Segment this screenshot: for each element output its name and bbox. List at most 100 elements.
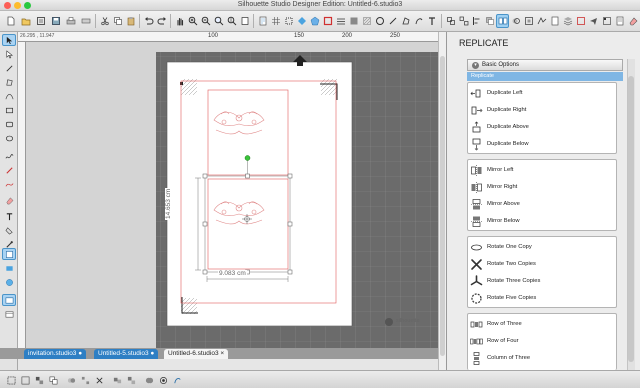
duplicate-left-option[interactable]: Duplicate Left (470, 85, 614, 101)
duplicate-icon[interactable] (46, 374, 60, 386)
line-draw-icon[interactable] (2, 62, 16, 74)
shape-pentagon-icon[interactable] (308, 14, 321, 28)
user-preferences-icon[interactable] (613, 14, 626, 28)
zoom-in-icon[interactable] (186, 14, 199, 28)
replicate-icon[interactable] (496, 14, 509, 28)
mirror-above-option[interactable]: Mirror Above (470, 196, 614, 212)
layers-icon[interactable] (561, 14, 574, 28)
rotate-two-option[interactable]: Rotate Two Copies (470, 256, 614, 272)
rotate-three-option[interactable]: Rotate Three Copies (470, 273, 614, 289)
line-color-icon[interactable] (321, 14, 334, 28)
text-tool-icon[interactable] (2, 210, 16, 222)
copy-icon[interactable] (111, 14, 124, 28)
column-of-three-option[interactable]: Column of Three (470, 350, 614, 366)
panel-dock-icon[interactable] (2, 308, 16, 320)
rotate-one-option[interactable]: Rotate One Copy (470, 239, 614, 255)
fill-gradient-icon[interactable] (347, 14, 360, 28)
ellipse-tool-icon[interactable] (373, 14, 386, 28)
open-folder-icon[interactable] (19, 14, 32, 28)
close-tab-icon[interactable]: × (220, 350, 224, 357)
weld-icon[interactable] (142, 374, 156, 386)
duplicate-right-option[interactable]: Duplicate Right (470, 102, 614, 118)
eraser-tool-icon[interactable] (2, 194, 16, 206)
paste-icon[interactable] (124, 14, 137, 28)
duplicate-above-option[interactable]: Duplicate Above (470, 119, 614, 135)
fill-color-icon[interactable] (295, 14, 308, 28)
rotate-five-option[interactable]: Rotate Five Copies (470, 290, 614, 306)
library-icon[interactable] (34, 14, 47, 28)
undo-icon[interactable] (142, 14, 155, 28)
section-header[interactable]: ▾ Basic Options (467, 59, 623, 71)
freehand-icon[interactable] (2, 150, 16, 162)
design-view-icon[interactable] (2, 248, 16, 260)
align-icon[interactable] (470, 14, 483, 28)
design-canvas[interactable]: DESIGN VIEW (26, 42, 438, 348)
print-icon[interactable] (64, 14, 77, 28)
save-icon[interactable] (49, 14, 62, 28)
rounded-rectangle-icon[interactable] (2, 118, 16, 130)
group-objects-icon[interactable] (64, 374, 78, 386)
trace-panel-icon[interactable] (535, 14, 548, 28)
delete-icon[interactable] (92, 374, 106, 386)
pan-hand-icon[interactable] (173, 14, 186, 28)
make-compound-path-icon[interactable] (110, 374, 124, 386)
trace-icon[interactable] (412, 14, 425, 28)
tab-invitation[interactable]: invitation.studio3 ● (24, 349, 87, 359)
select-all-icon[interactable] (4, 374, 18, 386)
zoom-out-icon[interactable] (199, 14, 212, 28)
close-tab-icon[interactable]: ● (78, 350, 82, 357)
tab-untitled-6[interactable]: Untitled-6.studio3 × (164, 349, 229, 359)
collapse-icon[interactable]: ▾ (472, 62, 479, 69)
select-by-color-icon[interactable] (32, 374, 46, 386)
panel-toggle-icon[interactable] (2, 294, 16, 306)
ellipse-draw-icon[interactable] (2, 132, 16, 144)
arrange-icon[interactable] (483, 14, 496, 28)
deselect-icon[interactable] (18, 374, 32, 386)
text-tool-icon[interactable] (425, 14, 438, 28)
offset-icon[interactable] (522, 14, 535, 28)
duplicate-below-option[interactable]: Duplicate Below (470, 136, 614, 152)
fill-pattern-icon[interactable] (360, 14, 373, 28)
zoom-drag-icon[interactable] (225, 14, 238, 28)
close-tab-icon[interactable]: ● (150, 350, 154, 357)
cut-settings-icon[interactable] (574, 14, 587, 28)
curve-draw-icon[interactable] (2, 90, 16, 102)
polygon-draw-icon[interactable] (2, 76, 16, 88)
modify-icon[interactable] (509, 14, 522, 28)
ungroup-icon[interactable] (457, 14, 470, 28)
group-icon[interactable] (444, 14, 457, 28)
scrollbar-thumb[interactable] (440, 56, 445, 356)
page-setup-icon[interactable] (256, 14, 269, 28)
edit-points-icon[interactable] (2, 48, 16, 60)
registration-marks-icon[interactable] (600, 14, 613, 28)
knife-tool-icon[interactable] (2, 164, 16, 176)
row-of-four-option[interactable]: Row of Four (470, 333, 614, 349)
eraser-icon[interactable] (626, 14, 639, 28)
row-of-three-option[interactable]: Row of Three (470, 316, 614, 332)
online-store-icon[interactable] (2, 276, 16, 288)
page-color-icon[interactable] (548, 14, 561, 28)
line-style-icon[interactable] (334, 14, 347, 28)
redo-icon[interactable] (155, 14, 168, 28)
line-tool-icon[interactable] (386, 14, 399, 28)
tab-untitled-5[interactable]: Untitled-5.studio3 ● (94, 349, 159, 359)
panel-scrollbar-thumb[interactable] (628, 76, 634, 362)
transform-icon[interactable] (282, 14, 295, 28)
ungroup-objects-icon[interactable] (78, 374, 92, 386)
send-icon[interactable] (587, 14, 600, 28)
canvas-scrollbar[interactable] (438, 32, 446, 370)
send-to-cutter-icon[interactable] (79, 14, 92, 28)
paint-bucket-icon[interactable] (2, 224, 16, 236)
cut-icon[interactable] (98, 14, 111, 28)
smooth-freehand-icon[interactable] (2, 178, 16, 190)
polygon-tool-icon[interactable] (399, 14, 412, 28)
fit-to-page-icon[interactable] (238, 14, 251, 28)
zoom-box-icon[interactable] (212, 14, 225, 28)
release-compound-path-icon[interactable] (124, 374, 138, 386)
trace-bottom-icon[interactable] (170, 374, 184, 386)
mirror-left-option[interactable]: Mirror Left (470, 162, 614, 178)
mirror-right-option[interactable]: Mirror Right (470, 179, 614, 195)
offset-bottom-icon[interactable] (156, 374, 170, 386)
library-store-icon[interactable] (2, 262, 16, 274)
new-document-icon[interactable] (4, 14, 17, 28)
